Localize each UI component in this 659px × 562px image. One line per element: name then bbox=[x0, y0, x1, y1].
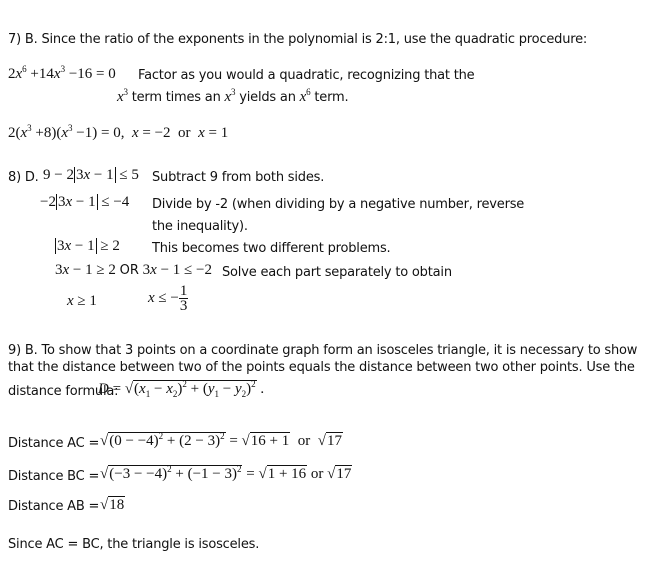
q7-heading: 7) B. Since the ratio of the exponents i… bbox=[8, 32, 588, 47]
q8-step3-math: 3x − 1 ≥ 2 bbox=[55, 238, 120, 254]
q7-note-line1: Factor as you would a quadratic, recogni… bbox=[138, 68, 475, 83]
q8-result-b: x ≤ −1 3 bbox=[148, 283, 189, 314]
q8-label: 8) D. bbox=[8, 170, 39, 185]
q7-equation: 2x6 +14x3 −16 = 0 bbox=[8, 64, 116, 83]
q8-step2-note-line1: Divide by -2 (when dividing by a negativ… bbox=[152, 197, 525, 212]
q9-bc-label: Distance BC = bbox=[8, 469, 100, 484]
q9-line1: 9) B. To show that 3 points on a coordin… bbox=[8, 343, 638, 358]
q8-step2-note-line2: the inequality). bbox=[152, 219, 248, 234]
q8-step1-note: Subtract 9 from both sides. bbox=[152, 170, 325, 185]
q9-ab-result: √18 bbox=[100, 496, 126, 513]
q9-ab-label: Distance AB = bbox=[8, 499, 100, 514]
q7-factored: 2(x3 +8)(x3 −1) = 0, x = −2 or x = 1 bbox=[8, 123, 229, 142]
q9-ac-label: Distance AC = bbox=[8, 436, 100, 451]
q9-conclusion: Since AC = BC, the triangle is isosceles… bbox=[8, 537, 260, 552]
q8-step3-note: This becomes two different problems. bbox=[152, 241, 391, 256]
q8-step2-math: −2 3x − 1 ≤ −4 bbox=[40, 194, 130, 210]
q8-step4-math: 3x − 1 ≥ 2 OR 3x − 1 ≤ −2 bbox=[55, 262, 212, 278]
q8-step1-math: 9 − 2 3x − 1 ≤ 5 bbox=[43, 167, 139, 183]
q7-note-line2: x3 term times an x3 yields an x6 term. bbox=[117, 87, 349, 106]
q9-bc-expr: √(−3 − −4)2 + (−1 − 3)2 = √1 + 16 or √17 bbox=[100, 464, 353, 482]
q8-step4-note: Solve each part separately to obtain bbox=[222, 265, 452, 280]
q9-ac-expr: √(0 − −4)2 + (2 − 3)2 = √16 + 1 or √17 bbox=[100, 431, 343, 449]
q9-distance-formula: D = √(x1 − x2)2 + (y1 − y2)2 . bbox=[98, 379, 265, 400]
q8-result-a: x ≥ 1 bbox=[67, 293, 97, 309]
q9-line2: that the distance between two of the poi… bbox=[8, 360, 635, 375]
